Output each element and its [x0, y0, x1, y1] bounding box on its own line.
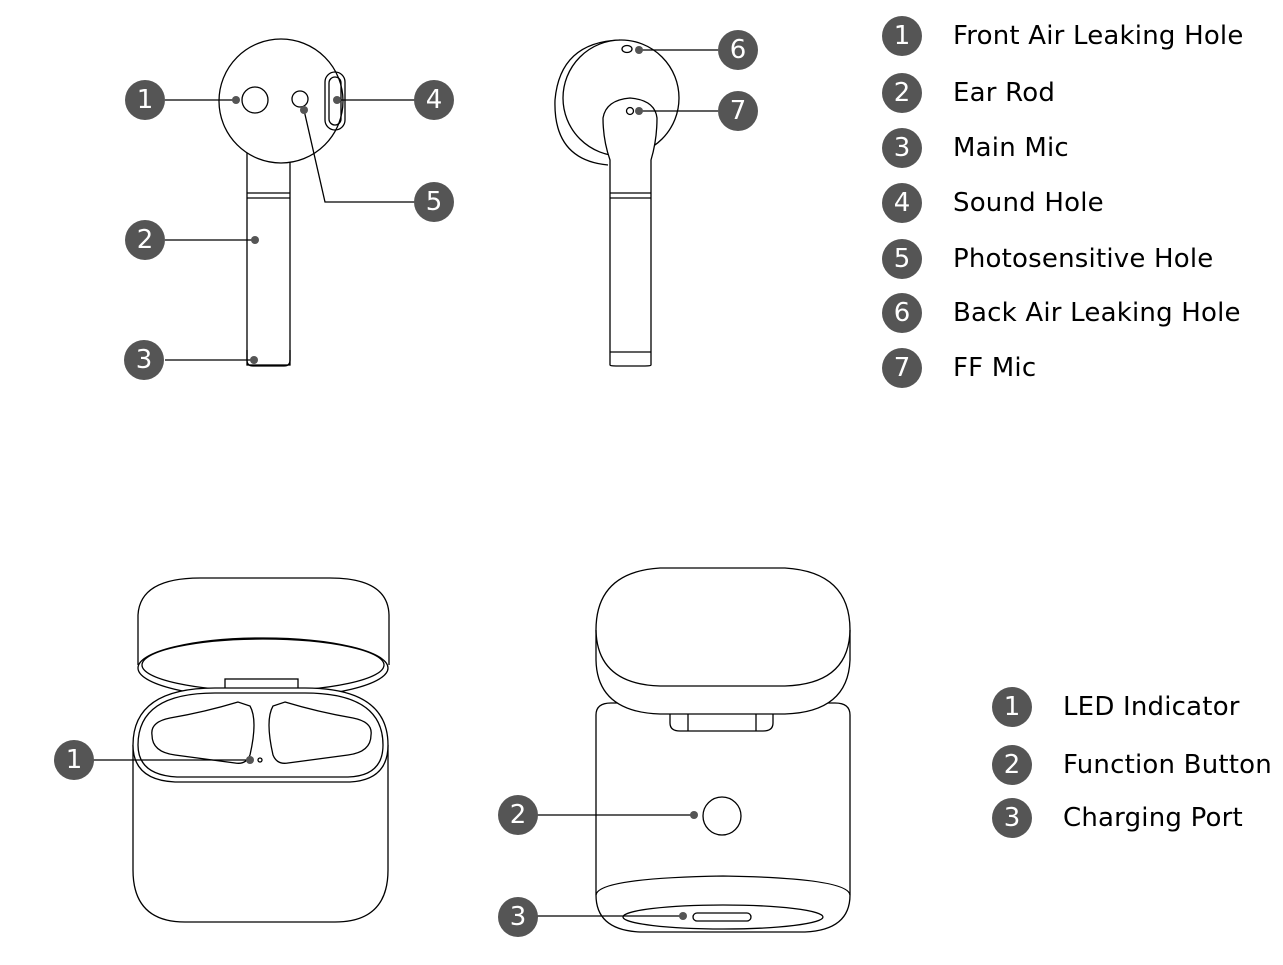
legend-item: 3 Charging Port: [992, 798, 1243, 838]
legend-badge: 2: [992, 745, 1032, 785]
legend-item: 6 Back Air Leaking Hole: [882, 293, 1241, 333]
callout-badge-7: 7: [718, 91, 758, 131]
legend-item: 1 Front Air Leaking Hole: [882, 16, 1244, 56]
legend-label: Function Button: [1063, 750, 1272, 780]
legend-badge: 4: [882, 183, 922, 223]
callout-dot: [232, 96, 240, 104]
callout-number: 6: [729, 35, 747, 65]
case-callout-badge-2: 2: [498, 795, 538, 835]
callout-number: 3: [509, 902, 527, 932]
legend-label: Photosensitive Hole: [953, 244, 1214, 274]
legend-badge: 6: [882, 293, 922, 333]
callout-number: 2: [136, 225, 154, 255]
legend-item: 4 Sound Hole: [882, 183, 1104, 223]
legend-label: FF Mic: [953, 353, 1037, 383]
legend-number: 2: [1003, 750, 1021, 780]
legend-item: 1 LED Indicator: [992, 687, 1240, 727]
legend-item: 2 Function Button: [992, 745, 1272, 785]
callout-number: 2: [509, 800, 527, 830]
earbud-front-view: [165, 38, 415, 367]
callout-badge-5: 5: [414, 182, 454, 222]
callout-dot: [690, 811, 698, 819]
callout-dot: [246, 756, 254, 764]
legend-item: 2 Ear Rod: [882, 73, 1055, 113]
callout-dot: [250, 356, 258, 364]
callout-dot: [333, 96, 341, 104]
legend-badge: 1: [882, 16, 922, 56]
legend-item: 5 Photosensitive Hole: [882, 239, 1214, 279]
legend-badge: 3: [882, 128, 922, 168]
case-top-rim: [132, 687, 389, 783]
legend-item: 3 Main Mic: [882, 128, 1069, 168]
callout-dot: [635, 107, 643, 115]
callout-number: 1: [136, 85, 154, 115]
case-callout-badge-1: 1: [54, 740, 94, 780]
callout-number: 3: [135, 345, 153, 375]
legend-number: 3: [1003, 803, 1021, 833]
earbud-back-stem: [602, 97, 658, 367]
case-back-lid: [595, 567, 851, 715]
legend-number: 3: [893, 133, 911, 163]
callout-badge-1: 1: [125, 80, 165, 120]
earbud-front-stem: [246, 149, 291, 366]
legend-number: 6: [893, 298, 911, 328]
legend-badge: 7: [882, 348, 922, 388]
callout-number: 5: [425, 187, 443, 217]
legend-label: Ear Rod: [953, 78, 1056, 108]
legend-label: Main Mic: [953, 133, 1069, 163]
legend-number: 1: [1003, 692, 1021, 722]
case-lid: [137, 577, 390, 665]
legend-label: LED Indicator: [1063, 692, 1240, 722]
callout-dot: [635, 46, 643, 54]
callout-number: 1: [65, 745, 83, 775]
case-back-body: [595, 702, 851, 933]
callout-number: 4: [425, 85, 443, 115]
legend-badge: 5: [882, 239, 922, 279]
earbud-back-view: [554, 39, 718, 367]
legend-item: 7 FF Mic: [882, 348, 1036, 388]
callout-badge-4: 4: [414, 80, 454, 120]
callout-dot: [679, 912, 687, 920]
legend-number: 2: [893, 78, 911, 108]
callout-number: 7: [729, 96, 747, 126]
legend-label: Front Air Leaking Hole: [953, 21, 1244, 51]
legend-number: 4: [893, 188, 911, 218]
legend-label: Back Air Leaking Hole: [953, 298, 1241, 328]
legend-badge: 1: [992, 687, 1032, 727]
callout-dot: [251, 236, 259, 244]
case-open-view: [93, 577, 390, 923]
legend-badge: 3: [992, 798, 1032, 838]
legend-label: Sound Hole: [953, 188, 1104, 218]
callout-badge-3: 3: [124, 340, 164, 380]
legend-label: Charging Port: [1063, 803, 1243, 833]
legend-badge: 2: [882, 73, 922, 113]
case-back-view: [537, 567, 851, 933]
legend-number: 1: [893, 21, 911, 51]
callout-badge-2: 2: [125, 220, 165, 260]
callout-dot: [300, 106, 308, 114]
case-callout-badge-3: 3: [498, 897, 538, 937]
callout-badge-6: 6: [718, 30, 758, 70]
legend-number: 7: [893, 353, 911, 383]
legend-number: 5: [893, 244, 911, 274]
